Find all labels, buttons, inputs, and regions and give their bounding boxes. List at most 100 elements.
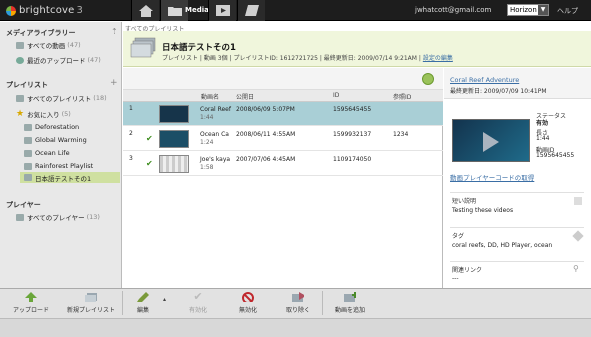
- top-bar: [0, 0, 591, 21]
- video-id-value: 1595645455: [536, 152, 575, 159]
- brightcove-logo: brightcove 3: [6, 3, 83, 18]
- star-icon: ★: [16, 109, 25, 119]
- player-icon: [16, 213, 24, 221]
- remove-icon: [292, 292, 304, 302]
- edit-dropdown-icon[interactable]: ▴: [163, 296, 166, 303]
- length-value: 1:44: [536, 135, 550, 142]
- clock-icon: [16, 56, 24, 64]
- playlist-icon: [24, 123, 32, 131]
- edit-button[interactable]: 編集: [128, 288, 158, 318]
- video-name: Ocean Ca: [200, 131, 229, 138]
- pencil-icon: [137, 292, 149, 302]
- sidebar-item-recent-uploads[interactable]: 最近のアップロード (47): [16, 55, 101, 65]
- divider: [450, 192, 584, 193]
- note-icon[interactable]: [574, 197, 582, 205]
- favorite-item-label: Global Warming: [35, 136, 87, 144]
- row-number: 3: [129, 155, 133, 162]
- meta-id: プレイリストID: 1612721725: [233, 55, 318, 62]
- media-nav-label[interactable]: Media: [185, 6, 209, 14]
- column-header-name[interactable]: 動画名: [201, 92, 219, 101]
- add-video-button[interactable]: 動画を追加: [328, 288, 372, 318]
- media-nav-button[interactable]: [160, 0, 188, 21]
- pin-icon[interactable]: ⇡: [111, 27, 118, 36]
- upload-button[interactable]: アップロード: [4, 288, 58, 318]
- deactivate-button[interactable]: 無効化: [228, 288, 268, 318]
- recent-uploads-count: (47): [87, 56, 101, 64]
- all-playlists-label: すべてのプレイリスト: [27, 95, 92, 103]
- video-title-link[interactable]: Coral Reef Adventure: [450, 76, 519, 84]
- sidebar-item-favorites[interactable]: ★ お気に入り (5): [16, 109, 71, 119]
- sidebar-item-all-players[interactable]: すべてのプレイヤー (13): [16, 212, 100, 222]
- video-duration: 1:24: [200, 139, 214, 146]
- favorite-item-selected[interactable]: 日本語テストその1: [20, 172, 120, 183]
- column-header-id[interactable]: ID: [333, 92, 339, 99]
- home-icon: [138, 4, 153, 17]
- table-row[interactable]: 2 ✔ Ocean Ca 1:24 2008/06/11 4:55AM 1599…: [123, 127, 443, 151]
- favorite-item[interactable]: Global Warming: [24, 136, 87, 144]
- sidebar-item-all-playlists[interactable]: すべてのプレイリスト (18): [16, 93, 107, 103]
- players-title: プレイヤー: [6, 201, 41, 209]
- video-date: 2008/06/11 4:55AM: [236, 131, 296, 138]
- help-link[interactable]: ヘルプ: [557, 6, 578, 16]
- video-preview[interactable]: [452, 119, 530, 162]
- column-header-ref-id[interactable]: 参照ID: [393, 92, 411, 101]
- play-icon: [483, 132, 499, 152]
- favorite-item-label: 日本語テストその1: [35, 174, 92, 183]
- video-duration: 1:44: [200, 114, 214, 121]
- meta-count: 動画 3個: [203, 55, 228, 62]
- all-playlists-count: (18): [93, 94, 107, 102]
- all-videos-label: すべての動画: [27, 42, 66, 50]
- video-name: Joe's kaya: [200, 156, 231, 163]
- column-header-date[interactable]: 公開日: [236, 92, 254, 101]
- account-select[interactable]: Horizon ▼: [507, 4, 549, 16]
- folder-icon: [167, 7, 182, 16]
- add-playlist-icon[interactable]: +: [110, 78, 118, 88]
- video-id: 1109174050: [333, 156, 372, 163]
- short-description-label: 短い説明: [452, 198, 477, 205]
- videos-icon: [16, 41, 24, 49]
- all-videos-count: (47): [67, 41, 81, 49]
- edit-settings-link[interactable]: 設定の編集: [423, 55, 453, 62]
- user-email: jwhatcott@gmail.com: [415, 6, 492, 14]
- meta-updated: 最終更新日: 2009/07/14 9:21AM: [323, 55, 417, 62]
- new-playlist-button[interactable]: 新規プレイリスト: [62, 288, 120, 318]
- add-video-label: 動画を追加: [334, 307, 365, 314]
- table-header: 動画名 公開日 ID 参照ID: [123, 90, 443, 102]
- favorite-item[interactable]: Deforestation: [24, 123, 79, 131]
- playlist-icon: [16, 94, 24, 102]
- chevron-down-icon: ▼: [538, 5, 548, 15]
- no-entry-icon: [242, 292, 254, 302]
- refresh-icon[interactable]: [422, 73, 434, 85]
- activate-label: 有効化: [188, 307, 207, 314]
- video-thumbnail: [159, 105, 189, 123]
- page-title: 日本語テストその1: [162, 43, 236, 53]
- remove-button[interactable]: 取り除く: [278, 288, 318, 318]
- analytics-nav-button[interactable]: [237, 0, 265, 21]
- favorite-item-label: Rainforest Playlist: [35, 162, 94, 170]
- favorite-item[interactable]: Rainforest Playlist: [24, 162, 93, 170]
- check-icon: ✔: [146, 159, 153, 168]
- video-name: Coral Reef: [200, 106, 231, 113]
- playlist-icon: [24, 136, 32, 144]
- video-updated: 最終更新日: 2009/07/09 10:41PM: [450, 88, 547, 95]
- video-duration: 1:58: [200, 164, 214, 171]
- edit-label: 編集: [136, 307, 149, 314]
- favorite-item[interactable]: Ocean Life: [24, 149, 70, 157]
- favorite-item-label: Deforestation: [35, 123, 80, 131]
- table-row[interactable]: 1 Coral Reef 1:44 2008/06/09 5:07PM 1595…: [123, 102, 443, 126]
- publishing-nav-button[interactable]: [208, 0, 236, 21]
- get-player-code-link[interactable]: 動画プレイヤーコードの取得: [450, 172, 534, 182]
- link-icon[interactable]: ⚲: [573, 264, 579, 273]
- activate-button[interactable]: ✔ 有効化: [178, 288, 218, 318]
- meta-type: プレイリスト: [162, 55, 199, 62]
- upload-label: アップロード: [12, 307, 49, 314]
- new-playlist-label: 新規プレイリスト: [66, 307, 115, 314]
- sidebar-item-all-videos[interactable]: すべての動画 (47): [16, 40, 81, 50]
- favorite-item-label: Ocean Life: [35, 149, 70, 157]
- video-ref-id: 1234: [393, 131, 409, 138]
- table-row[interactable]: 3 ✔ Joe's kaya 1:58 2007/07/06 4:45AM 11…: [123, 152, 443, 176]
- video-thumbnail: [159, 130, 189, 148]
- status-value: 有効: [536, 120, 549, 127]
- add-video-icon: [344, 292, 356, 302]
- home-nav-button[interactable]: [131, 0, 159, 21]
